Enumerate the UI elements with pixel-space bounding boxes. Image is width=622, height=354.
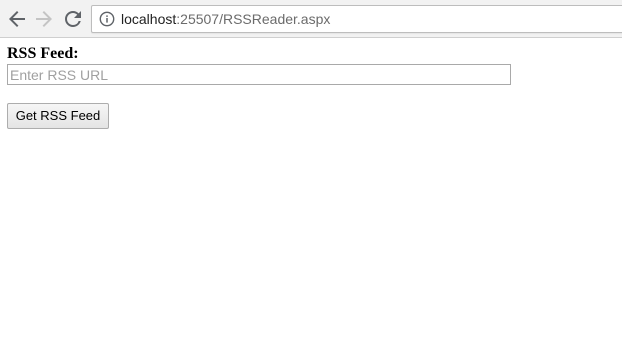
arrow-left-icon: [9, 11, 25, 27]
url-host: localhost: [121, 11, 177, 27]
get-rss-feed-button[interactable]: Get RSS Feed: [7, 103, 109, 129]
address-bar[interactable]: localhost:25507/RSSReader.aspx: [91, 5, 622, 33]
url-path: :25507/RSSReader.aspx: [176, 11, 331, 27]
back-button[interactable]: [5, 7, 29, 31]
browser-toolbar: localhost:25507/RSSReader.aspx: [0, 0, 622, 38]
arrow-right-icon: [36, 11, 52, 27]
page-content: RSS Feed: Get RSS Feed: [0, 39, 622, 354]
forward-button[interactable]: [32, 7, 56, 31]
rss-feed-label: RSS Feed:: [7, 45, 79, 62]
reload-icon: [65, 10, 81, 27]
url-text[interactable]: localhost:25507/RSSReader.aspx: [121, 6, 330, 32]
reload-button[interactable]: [61, 7, 85, 31]
rss-url-input[interactable]: [7, 64, 511, 85]
info-icon[interactable]: [99, 11, 115, 27]
